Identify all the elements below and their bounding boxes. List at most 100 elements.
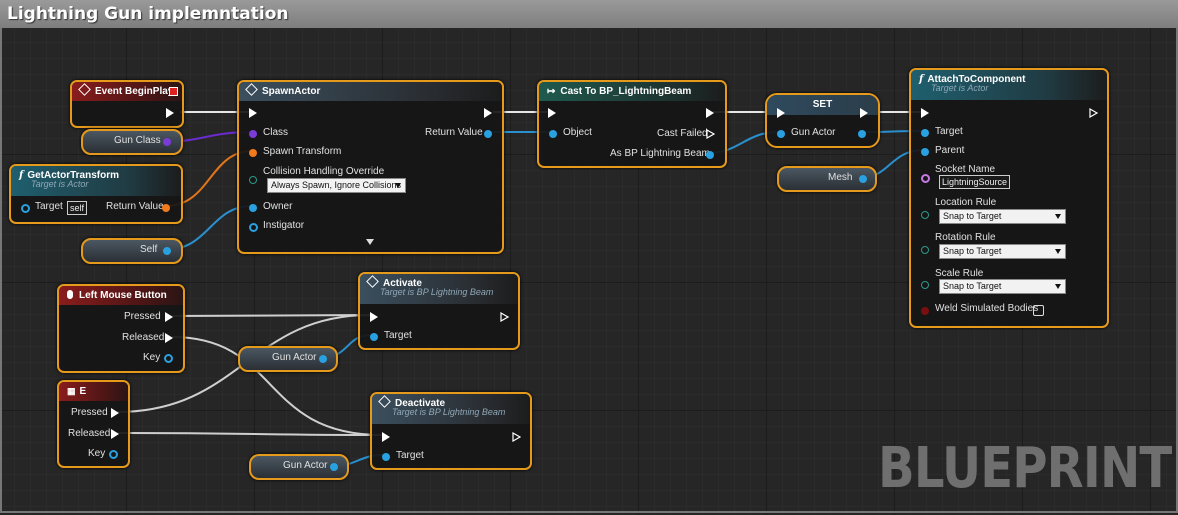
collision-dropdown[interactable]: Always Spawn, Ignore Collisions xyxy=(267,178,406,193)
key-pin[interactable] xyxy=(164,354,173,363)
target-pin[interactable] xyxy=(21,204,30,213)
exec-wire[interactable] xyxy=(171,314,371,317)
exec-in-pin[interactable] xyxy=(921,108,929,118)
gun-actor-variable[interactable]: Gun Actor xyxy=(249,454,349,480)
target-label: Target xyxy=(35,201,63,212)
activate-node[interactable]: Activate Target is BP Lightning Beam Tar… xyxy=(358,272,520,350)
instigator-label: Instigator xyxy=(263,220,305,231)
enum-pin[interactable] xyxy=(921,246,929,254)
scale-rule-dropdown[interactable]: Snap to Target xyxy=(939,279,1066,294)
gun-class-variable[interactable]: Gun Class xyxy=(81,129,183,155)
owner-pin[interactable] xyxy=(249,204,257,212)
as-lightning-beam-label: As BP Lightning Beam xyxy=(610,148,710,159)
exec-in-pin[interactable] xyxy=(249,108,257,118)
get-actor-transform-header: f GetActorTransform Target is Actor xyxy=(11,166,181,196)
exec-in-pin[interactable] xyxy=(548,108,556,118)
attach-to-component-node[interactable]: f AttachToComponent Target is Actor Targe… xyxy=(909,68,1109,328)
struct-pin[interactable] xyxy=(249,149,257,157)
socket-name-label: Socket Name xyxy=(935,164,996,175)
class-pin[interactable] xyxy=(249,130,257,138)
gun-actor-variable[interactable]: Gun Actor xyxy=(238,346,338,372)
cast-failed-exec-pin[interactable] xyxy=(706,129,716,139)
deactivate-node[interactable]: Deactivate Target is BP Lightning Beam T… xyxy=(370,392,532,470)
parent-label: Parent xyxy=(935,145,965,156)
object-label: Object xyxy=(563,127,592,138)
enum-pin[interactable] xyxy=(921,211,929,219)
cast-header: ↦ Cast To BP_LightningBeam xyxy=(539,82,725,101)
exec-wire[interactable] xyxy=(116,432,383,436)
weld-checkbox[interactable] xyxy=(1033,305,1044,316)
function-icon: f xyxy=(19,170,24,181)
key-label: Key xyxy=(88,448,106,459)
released-label: Released xyxy=(122,332,165,343)
node-subtitle: Target is BP Lightning Beam xyxy=(380,287,494,297)
pressed-exec-pin[interactable] xyxy=(111,408,119,418)
key-label: Key xyxy=(143,352,161,363)
socket-name-field[interactable]: LightningSource xyxy=(939,175,1011,189)
self-variable[interactable]: Self xyxy=(81,238,183,264)
node-subtitle: Target is Actor xyxy=(931,83,989,93)
left-mouse-button-node[interactable]: Left Mouse Button Pressed Released Key xyxy=(57,284,185,373)
mesh-variable[interactable]: Mesh xyxy=(777,166,877,192)
rotation-rule-dropdown[interactable]: Snap to Target xyxy=(939,244,1066,259)
target-pin[interactable] xyxy=(370,333,378,341)
left-mouse-title: Left Mouse Button xyxy=(79,290,167,301)
pressed-label: Pressed xyxy=(71,407,108,418)
enum-pin[interactable] xyxy=(921,281,929,289)
node-subtitle: Target is Actor xyxy=(31,179,89,189)
gun-actor-output-pin[interactable] xyxy=(858,130,866,138)
object-pin[interactable] xyxy=(549,130,557,138)
parent-pin[interactable] xyxy=(921,148,929,156)
cast-node[interactable]: ↦ Cast To BP_LightningBeam Object Cast Fa… xyxy=(537,80,727,168)
activate-header: Activate Target is BP Lightning Beam xyxy=(360,274,518,304)
instigator-pin[interactable] xyxy=(249,223,258,232)
return-value-label: Return Value xyxy=(425,127,483,138)
function-icon: f xyxy=(919,74,924,85)
as-lightning-beam-pin[interactable] xyxy=(706,151,714,159)
exec-in-pin[interactable] xyxy=(382,432,390,442)
object-pin[interactable] xyxy=(163,247,171,255)
event-beginplay-header: Event BeginPlay xyxy=(72,82,182,101)
delegate-pin-icon[interactable] xyxy=(169,87,178,96)
event-beginplay-node[interactable]: Event BeginPlay xyxy=(70,80,184,128)
function-call-icon xyxy=(378,395,391,408)
bool-pin[interactable] xyxy=(921,307,929,315)
pressed-exec-pin[interactable] xyxy=(165,312,173,322)
get-actor-transform-node[interactable]: f GetActorTransform Target is Actor Targe… xyxy=(9,164,183,224)
target-pin[interactable] xyxy=(382,453,390,461)
target-label: Target xyxy=(935,126,963,137)
released-exec-pin[interactable] xyxy=(111,429,119,439)
object-pin[interactable] xyxy=(330,463,338,471)
enum-pin[interactable] xyxy=(249,176,257,184)
event-icon xyxy=(78,83,91,96)
class-pin[interactable] xyxy=(163,138,171,146)
expand-arrow-icon[interactable] xyxy=(366,239,374,245)
released-exec-pin[interactable] xyxy=(165,333,173,343)
key-e-node[interactable]: ▦ E Pressed Released Key xyxy=(57,380,130,468)
gun-actor-input-pin[interactable] xyxy=(777,130,785,138)
exec-out-pin[interactable] xyxy=(1089,108,1099,118)
return-value-pin[interactable] xyxy=(484,130,492,138)
spawn-actor-node[interactable]: SpawnActor Class Return Value Spawn Tran… xyxy=(237,80,504,254)
collision-label: Collision Handling Override xyxy=(263,166,385,177)
transform-return-pin[interactable] xyxy=(162,204,170,212)
set-gun-actor-node[interactable]: SET Gun Actor xyxy=(765,93,880,148)
exec-in-pin[interactable] xyxy=(777,108,785,118)
key-pin[interactable] xyxy=(109,450,118,459)
exec-out-pin[interactable] xyxy=(500,312,510,322)
target-label: Target xyxy=(384,330,412,341)
object-pin[interactable] xyxy=(319,355,327,363)
exec-out-pin[interactable] xyxy=(166,108,174,118)
target-pin[interactable] xyxy=(921,129,929,137)
exec-out-pin[interactable] xyxy=(512,432,522,442)
object-pin[interactable] xyxy=(859,175,867,183)
class-label: Class xyxy=(263,127,289,138)
exec-out-pin[interactable] xyxy=(706,108,714,118)
target-self-box[interactable]: self xyxy=(67,201,88,215)
exec-in-pin[interactable] xyxy=(370,312,378,322)
function-call-icon xyxy=(366,275,379,288)
exec-out-pin[interactable] xyxy=(860,108,868,118)
exec-out-pin[interactable] xyxy=(484,108,492,118)
socket-name-pin[interactable] xyxy=(921,174,930,183)
location-rule-dropdown[interactable]: Snap to Target xyxy=(939,209,1066,224)
